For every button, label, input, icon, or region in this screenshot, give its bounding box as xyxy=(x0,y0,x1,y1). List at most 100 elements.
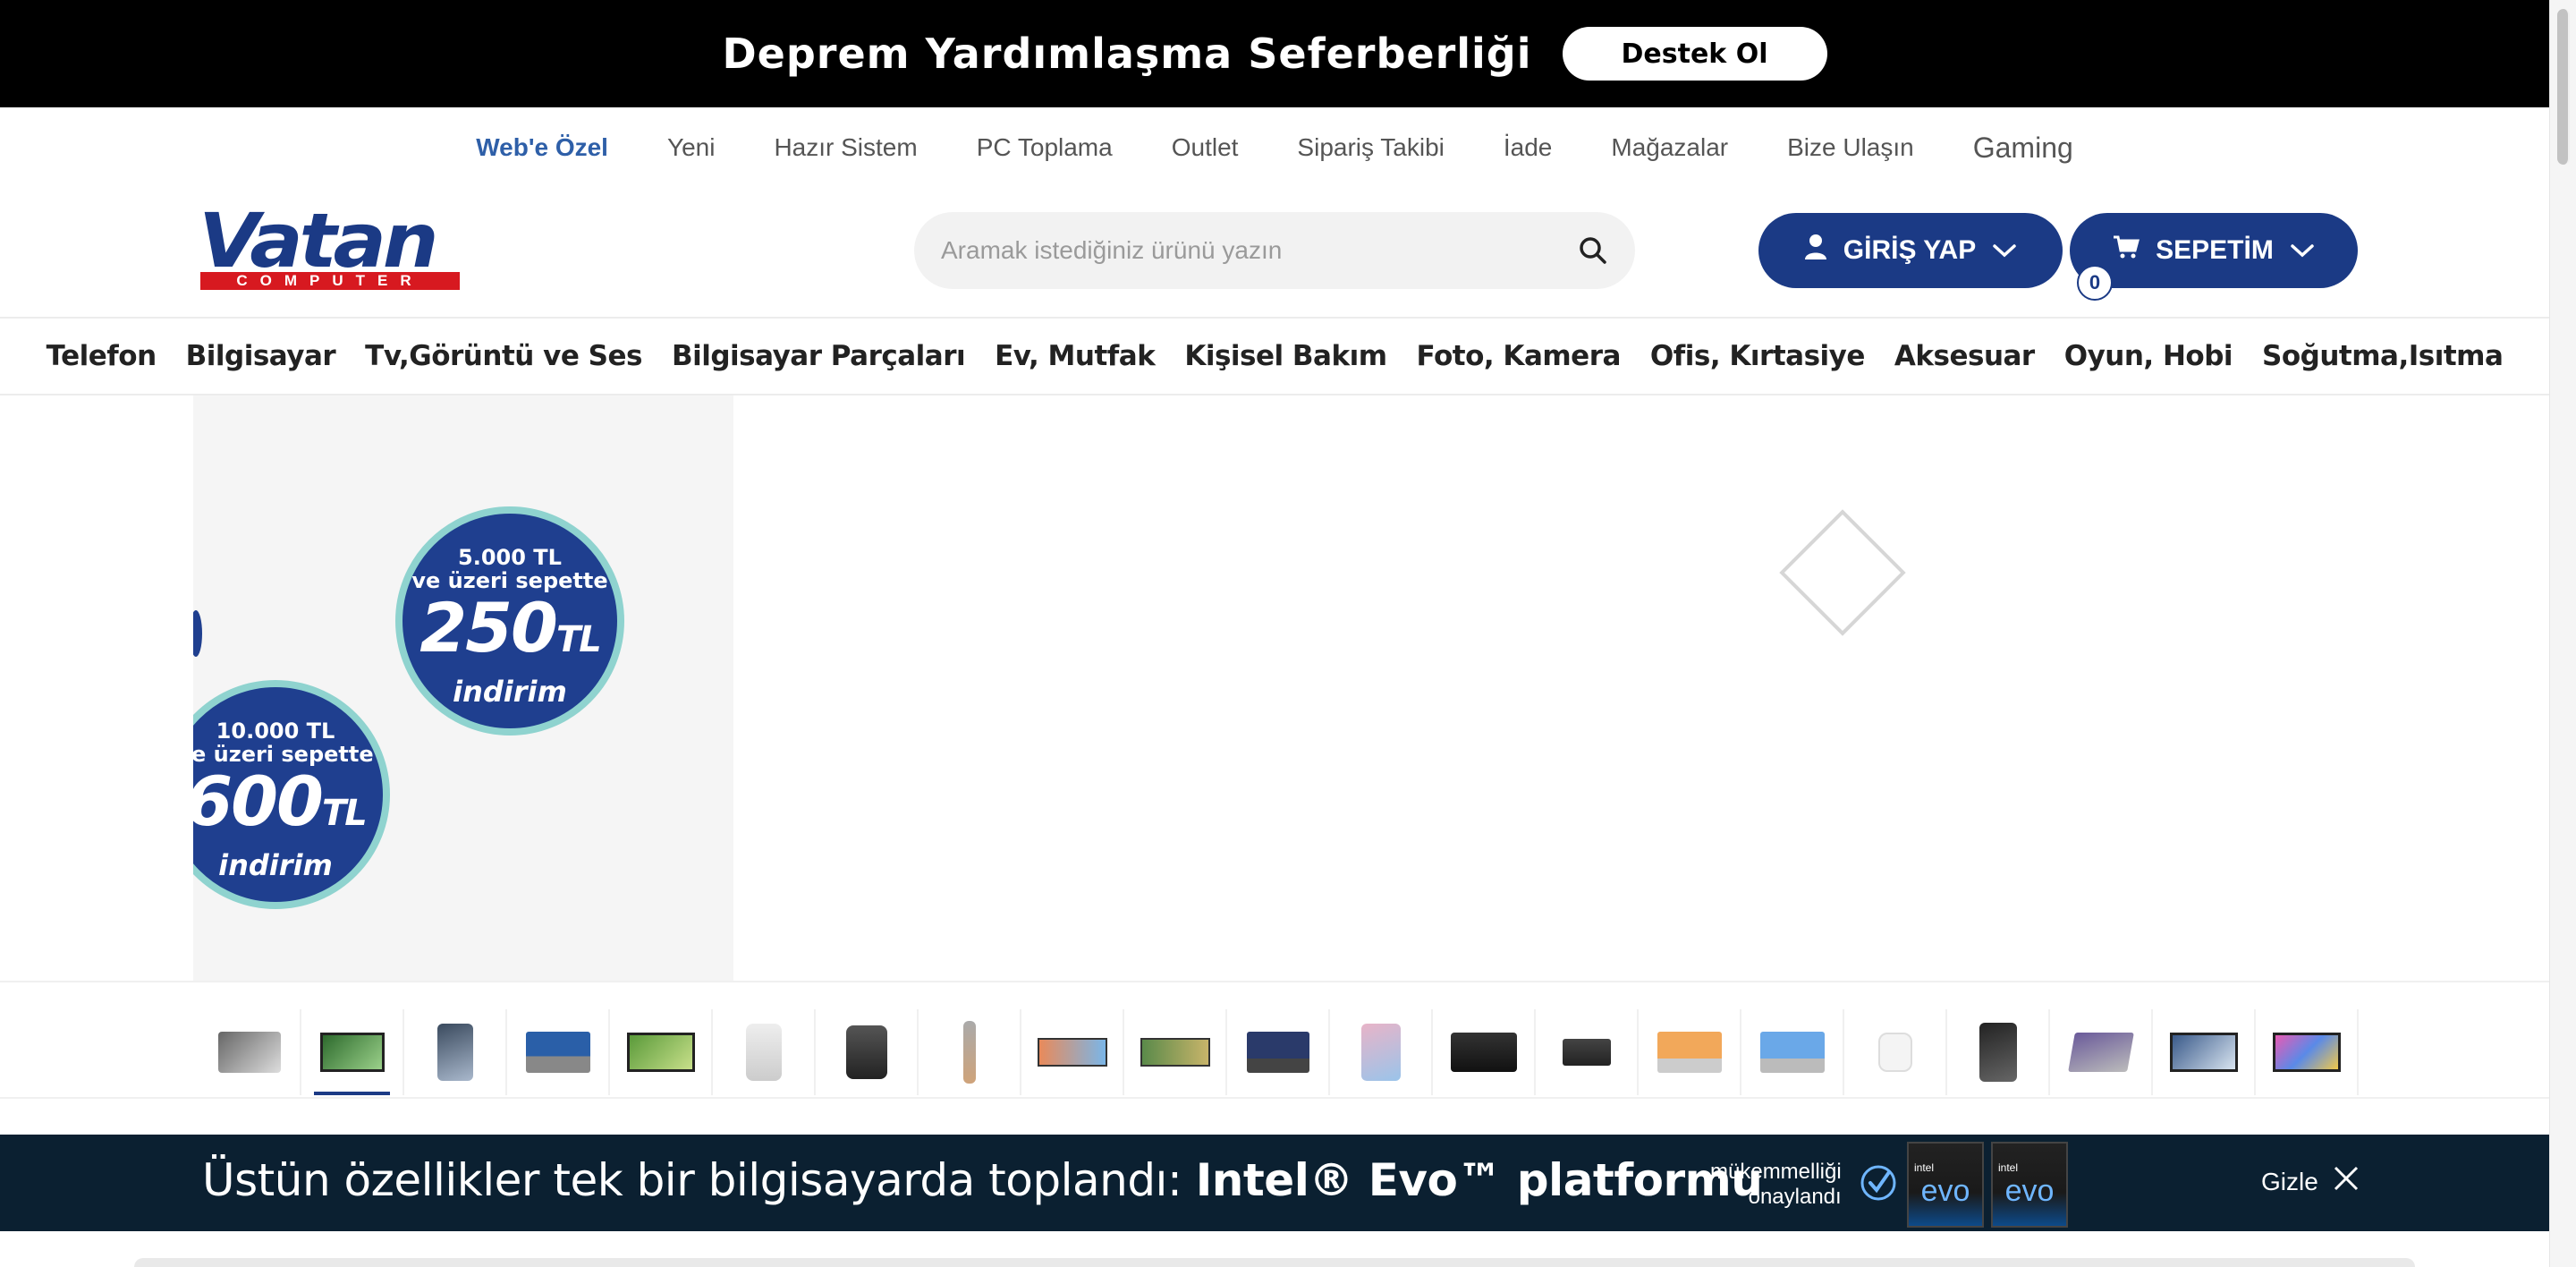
laptop-slim-image xyxy=(2067,1033,2134,1072)
link-bize-ulasin[interactable]: Bize Ulaşın xyxy=(1758,133,1944,162)
support-button[interactable]: Destek Ol xyxy=(1562,27,1827,81)
search-bar xyxy=(914,212,1635,289)
thumbnail-tv[interactable] xyxy=(610,1009,713,1095)
thumbnail-laptop-dark[interactable] xyxy=(1227,1009,1330,1095)
earbuds-image xyxy=(1877,1033,1912,1072)
link-siparis-takibi[interactable]: Sipariş Takibi xyxy=(1267,133,1473,162)
thumbnail-phone-black[interactable] xyxy=(1947,1009,2050,1095)
category-ofis-kirtasiye[interactable]: Ofis, Kırtasiye xyxy=(1650,340,1865,372)
badge-amount: 250TL xyxy=(402,592,617,676)
thumbnail-phone-pink[interactable] xyxy=(1330,1009,1433,1095)
badge-amount-unit: TL xyxy=(321,793,368,834)
vatan-logo[interactable]: Vatan COMPUTER xyxy=(199,203,462,290)
thumbnail-laptop-slim[interactable] xyxy=(2050,1009,2153,1095)
badge-amount: 600TL xyxy=(193,766,383,849)
category-tv-goruntu-ses[interactable]: Tv,Görüntü ve Ses xyxy=(365,340,642,372)
slider-thumbnails xyxy=(0,981,2549,1099)
evo-badge: intel evo xyxy=(1991,1142,2068,1228)
evo-badge: intel evo xyxy=(1907,1142,1984,1228)
thumbnail-laptop-silver[interactable] xyxy=(1741,1009,1844,1095)
utility-nav: Web'e Özel Yeni Hazır Sistem PC Toplama … xyxy=(0,107,2549,188)
cart-count-badge: 0 xyxy=(2077,265,2113,301)
partial-promo-mark xyxy=(193,610,202,657)
thumbnail-earbuds[interactable] xyxy=(1844,1009,1947,1095)
thumbnail-tv-landscape[interactable] xyxy=(2153,1009,2256,1095)
category-aksesuar[interactable]: Aksesuar xyxy=(1894,340,2035,372)
link-iade[interactable]: İade xyxy=(1474,133,1582,162)
logo-subtext: COMPUTER xyxy=(200,272,460,290)
thumbnail-tv-wide[interactable] xyxy=(1021,1009,1124,1095)
link-pc-toplama[interactable]: PC Toplama xyxy=(947,133,1142,162)
discount-badge-600: 10.000 TL ve üzeri sepette 600TL indirim xyxy=(193,680,390,909)
category-sogutma-isitma[interactable]: Soğutma,Isıtma xyxy=(2262,340,2504,372)
category-telefon[interactable]: Telefon xyxy=(47,340,157,372)
category-foto-kamera[interactable]: Foto, Kamera xyxy=(1417,340,1622,372)
search-input[interactable] xyxy=(941,236,1578,265)
thumbnail-laptop[interactable] xyxy=(507,1009,610,1095)
thumbnail-kitchen-appliance[interactable] xyxy=(816,1009,919,1095)
thumbnail-mini-pc[interactable] xyxy=(1536,1009,1639,1095)
verified-line2: onaylandı xyxy=(1748,1185,1842,1209)
verified-text: mükemmelliği onaylandı xyxy=(1710,1160,1842,1210)
chevron-down-icon xyxy=(2290,235,2315,266)
intel-evo-banner[interactable]: Üstün özellikler tek bir bilgisayarda to… xyxy=(0,1135,2549,1231)
tv-image xyxy=(626,1033,695,1072)
hide-banner-button[interactable]: Gizle xyxy=(2261,1165,2360,1198)
stick-vacuum-image xyxy=(962,1021,976,1084)
tv-landscape-image xyxy=(2169,1033,2238,1072)
link-yeni[interactable]: Yeni xyxy=(638,133,744,162)
link-webe-ozel[interactable]: Web'e Özel xyxy=(446,133,638,162)
logo-wordmark: Vatan xyxy=(199,197,439,285)
badge-label: indirim xyxy=(218,848,333,882)
badge-threshold: 5.000 TL xyxy=(458,545,562,570)
category-nav: Telefon Bilgisayar Tv,Görüntü ve Ses Bil… xyxy=(0,317,2549,395)
phone-pink-image xyxy=(1360,1024,1401,1081)
laptop-dark-image xyxy=(1246,1032,1309,1073)
intel-mini-label: intel xyxy=(1914,1161,1935,1174)
thumbnail-laptop-bundle[interactable] xyxy=(199,1009,301,1095)
link-gaming[interactable]: Gaming xyxy=(1944,132,2103,165)
category-oyun-hobi[interactable]: Oyun, Hobi xyxy=(2064,340,2233,372)
badge-threshold: 10.000 TL xyxy=(216,719,335,744)
link-hazir-sistem[interactable]: Hazır Sistem xyxy=(744,133,946,162)
category-kisisel-bakim[interactable]: Kişisel Bakım xyxy=(1184,340,1387,372)
thumbnail-phone[interactable] xyxy=(404,1009,507,1095)
thumbnail-robot-vacuum[interactable] xyxy=(713,1009,816,1095)
laptop-image xyxy=(525,1032,590,1073)
campaign-title: Deprem Yardımlaşma Seferberliği xyxy=(722,30,1532,78)
thumbnail-tv-colorful[interactable] xyxy=(2256,1009,2359,1095)
user-icon xyxy=(1804,234,1827,268)
bottom-panel-edge xyxy=(134,1258,2415,1267)
cart-label: SEPETİM xyxy=(2156,235,2274,265)
scrollbar-thumb[interactable] xyxy=(2557,9,2570,165)
thumbnail-tv-plant[interactable] xyxy=(301,1009,404,1095)
thumbnail-tv-nature[interactable] xyxy=(1124,1009,1227,1095)
thumbnail-stick-vacuum[interactable] xyxy=(919,1009,1021,1095)
thumbnail-graphics-card[interactable] xyxy=(1433,1009,1536,1095)
cart-button[interactable]: SEPETİM xyxy=(2070,213,2358,288)
laptop-bundle-image xyxy=(217,1032,281,1073)
thumbnail-laptop-gold[interactable] xyxy=(1639,1009,1741,1095)
earthquake-campaign-banner[interactable]: Deprem Yardımlaşma Seferberliği Destek O… xyxy=(0,0,2549,107)
badge-amount-value: 600 xyxy=(193,761,324,841)
intel-mini-label: intel xyxy=(1998,1161,2019,1174)
search-icon[interactable] xyxy=(1578,235,1608,266)
tv-wide-image xyxy=(1037,1038,1107,1067)
mini-pc-image xyxy=(1562,1039,1611,1066)
category-ev-mutfak[interactable]: Ev, Mutfak xyxy=(995,340,1156,372)
badge-amount-unit: TL xyxy=(555,619,602,660)
category-bilgisayar-parcalari[interactable]: Bilgisayar Parçaları xyxy=(672,340,966,372)
promo-banner[interactable]: 5.000 TL ve üzeri sepette 250TL indirim … xyxy=(193,395,733,1011)
tv-colorful-image xyxy=(2272,1033,2341,1072)
chevron-down-icon xyxy=(1992,235,2017,266)
hide-label: Gizle xyxy=(2261,1167,2318,1195)
link-magazalar[interactable]: Mağazalar xyxy=(1581,133,1758,162)
category-bilgisayar[interactable]: Bilgisayar xyxy=(186,340,336,372)
discount-badge-250: 5.000 TL ve üzeri sepette 250TL indirim xyxy=(395,506,624,736)
evo-label: evo xyxy=(2004,1173,2055,1208)
login-button[interactable]: GİRİŞ YAP xyxy=(1758,213,2063,288)
page-scrollbar[interactable] xyxy=(2549,0,2576,1267)
link-outlet[interactable]: Outlet xyxy=(1142,133,1268,162)
phone-black-image xyxy=(1979,1023,2017,1082)
thumbnail-list xyxy=(199,1009,2359,1095)
